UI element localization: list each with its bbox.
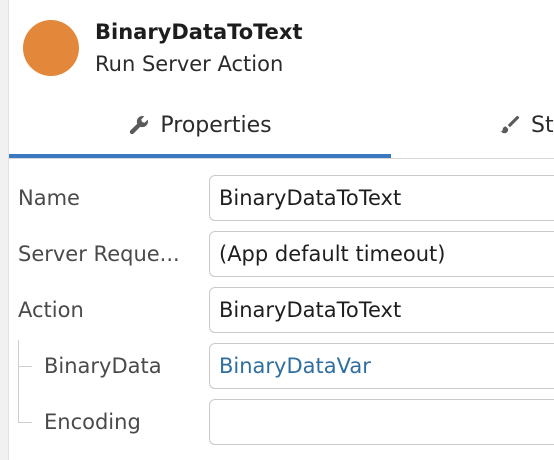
property-label: BinaryData [44, 354, 162, 378]
active-tab-indicator [9, 154, 391, 158]
tab-properties[interactable]: Properties [9, 92, 391, 158]
property-row-binarydata: BinaryData BinaryDataVar [9, 338, 554, 394]
property-row-name: Name BinaryDataToText [9, 170, 554, 226]
name-field[interactable]: BinaryDataToText [209, 175, 554, 221]
tab-styles[interactable]: St [499, 92, 554, 158]
panel-left-edge [0, 0, 9, 460]
property-row-encoding: Encoding [9, 394, 554, 450]
property-label: Action [18, 298, 84, 322]
server-request-timeout-field[interactable]: (App default timeout) [209, 231, 554, 277]
property-label: Server Reque... [18, 242, 180, 266]
property-row-action: Action BinaryDataToText [9, 282, 554, 338]
panel-tabs: Properties St [9, 92, 554, 159]
brush-icon [499, 114, 521, 136]
action-field[interactable]: BinaryDataToText [209, 287, 554, 333]
panel-header: BinaryDataToText Run Server Action [9, 0, 554, 93]
property-label: Name [18, 186, 80, 210]
tab-styles-label: St [531, 112, 554, 138]
action-avatar-icon [23, 20, 79, 76]
binarydata-field[interactable]: BinaryDataVar [209, 343, 554, 389]
element-type: Run Server Action [95, 52, 284, 76]
property-label: Encoding [44, 410, 141, 434]
wrench-icon [128, 114, 150, 136]
tab-properties-label: Properties [160, 112, 272, 138]
properties-panel: BinaryDataToText Run Server Action Prope… [0, 0, 554, 460]
property-row-server-request-timeout: Server Reque... (App default timeout) [9, 226, 554, 282]
element-title: BinaryDataToText [95, 20, 303, 44]
encoding-field[interactable] [209, 399, 554, 445]
